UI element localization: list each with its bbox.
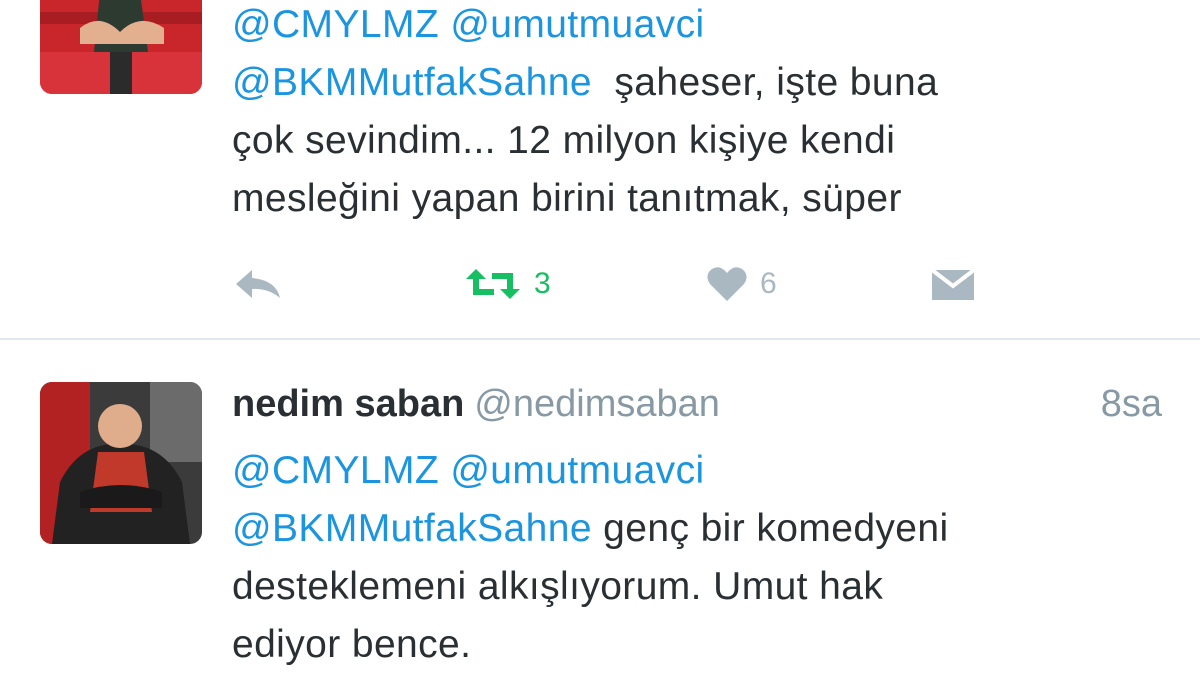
twitter-timeline: @CMYLMZ @umutmuavci @BKMMutfakSahne şahe… (0, 0, 1200, 675)
tweet-card[interactable]: @CMYLMZ @umutmuavci @BKMMutfakSahne şahe… (0, 0, 1200, 336)
like-button[interactable]: 6 (706, 258, 777, 310)
mention-link[interactable]: @umutmuavci (450, 449, 704, 492)
avatar-photo (40, 382, 202, 544)
tweet-header: nedim saban @nedimsaban 8sa (232, 382, 1162, 426)
avatar-photo (40, 0, 202, 94)
heart-icon (707, 267, 747, 301)
retweet-button[interactable]: 3 (464, 258, 551, 310)
reply-button[interactable] (232, 258, 284, 310)
mention-link[interactable]: @umutmuavci (450, 3, 704, 46)
mention-link[interactable]: @BKMMutfakSahne (232, 507, 592, 550)
message-button[interactable] (930, 258, 976, 310)
user-handle[interactable]: @nedimsaban (474, 383, 720, 425)
like-count: 6 (760, 267, 777, 300)
retweet-icon (466, 269, 520, 299)
tweet-text-segment: şaheser, işte buna (614, 61, 939, 104)
reply-icon (236, 270, 280, 298)
tweet-text-segment: genç bir komedyeni (603, 507, 949, 550)
mention-link[interactable]: @CMYLMZ (232, 449, 439, 492)
mention-link[interactable]: @BKMMutfakSahne (232, 61, 592, 104)
tweet-text: @CMYLMZ @umutmuavci @BKMMutfakSahne genç… (232, 442, 1162, 674)
tweet-card[interactable]: nedim saban @nedimsaban 8sa @CMYLMZ @umut… (0, 338, 1200, 675)
avatar[interactable] (40, 382, 202, 544)
retweet-count: 3 (534, 267, 551, 300)
display-name[interactable]: nedim saban (232, 383, 464, 425)
mention-link[interactable]: @CMYLMZ (232, 3, 439, 46)
envelope-icon (930, 268, 976, 300)
tweet-text-line: desteklemeni alkışlıyorum. Umut hak (232, 565, 884, 608)
tweet-actions: 3 6 (232, 258, 1012, 310)
timestamp[interactable]: 8sa (1101, 382, 1162, 426)
tweet-text-line: mesleğini yapan birini tanıtmak, süper (232, 177, 902, 220)
tweet-text: @CMYLMZ @umutmuavci @BKMMutfakSahne şahe… (232, 0, 1162, 228)
avatar[interactable] (40, 0, 202, 94)
tweet-text-line: çok sevindim... 12 milyon kişiye kendi (232, 119, 896, 162)
tweet-text-line: ediyor bence. (232, 623, 472, 666)
